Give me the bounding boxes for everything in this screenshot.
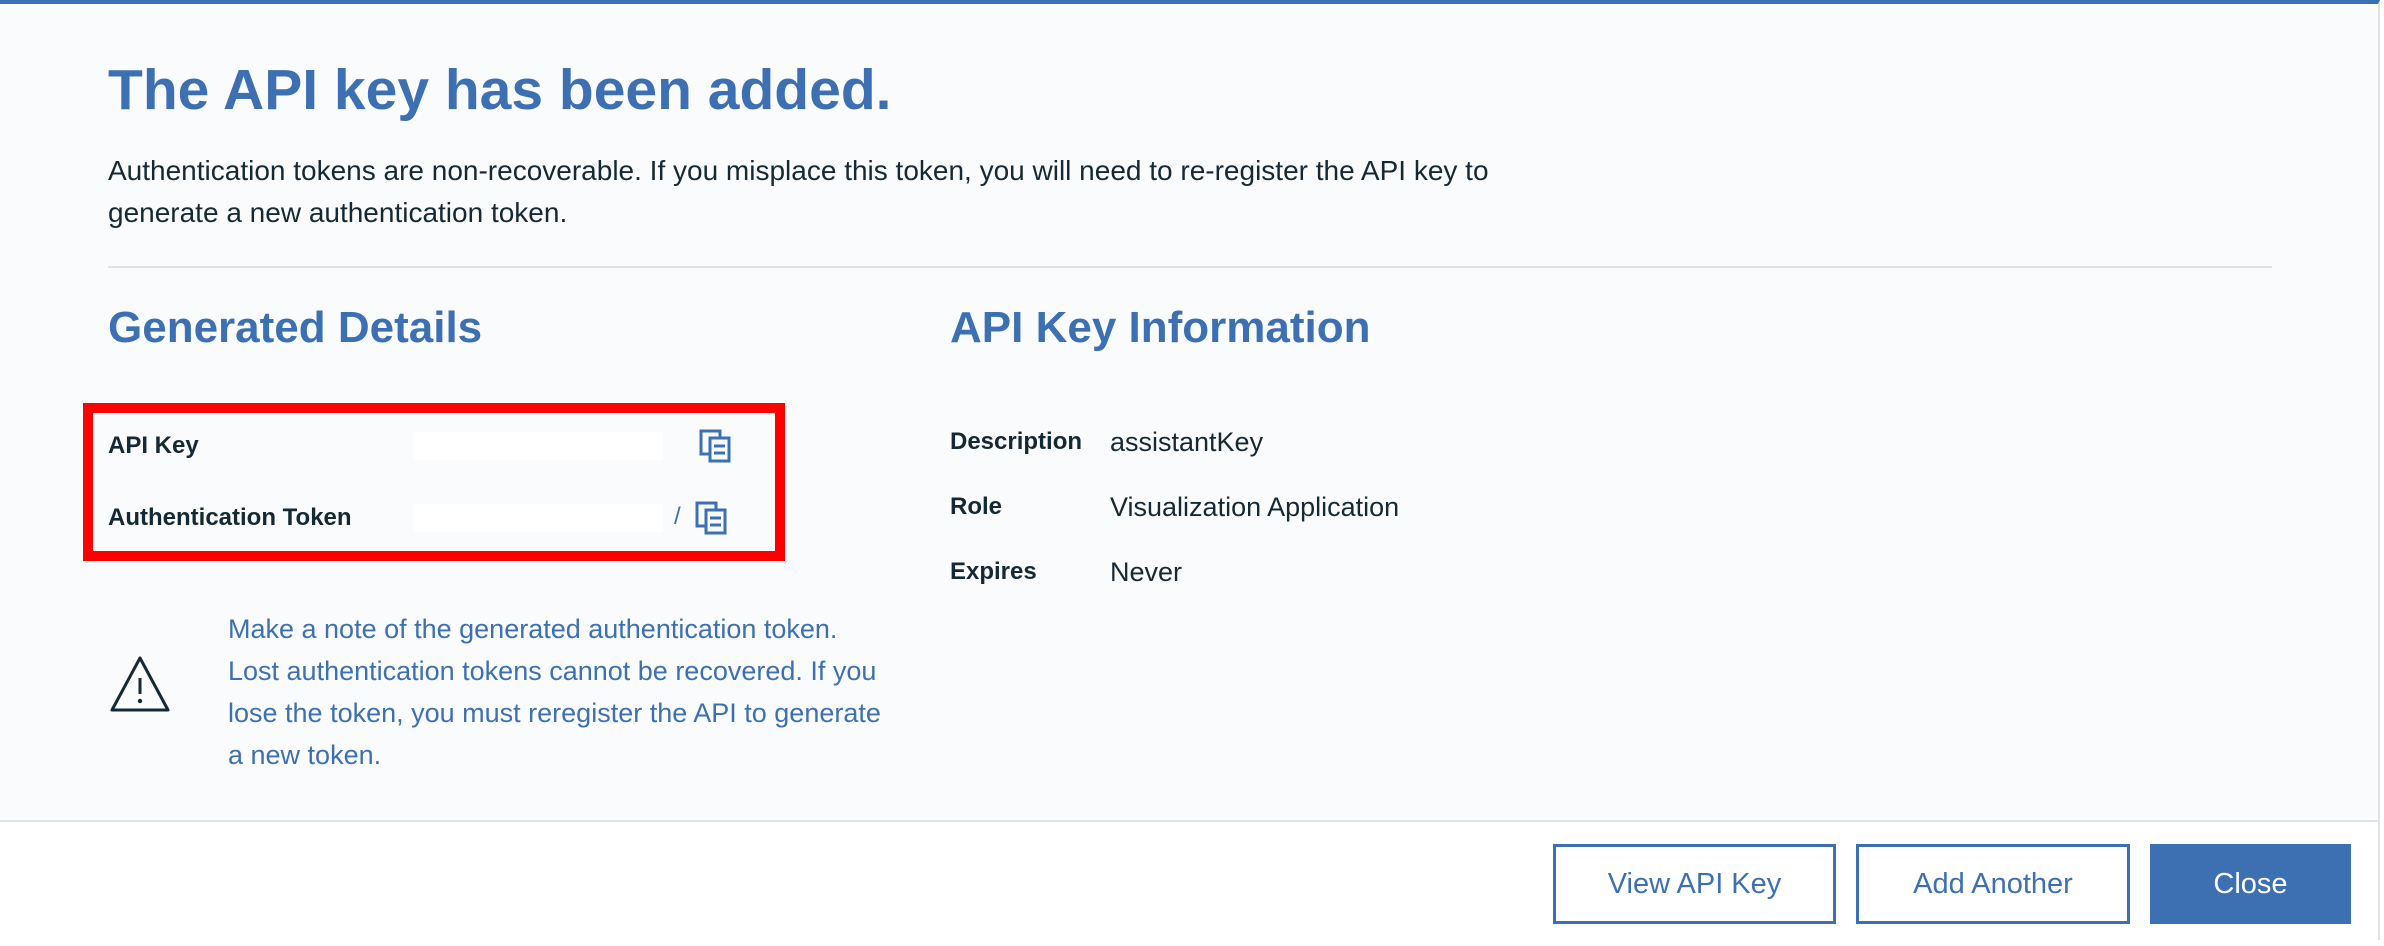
info-value: Never [1110, 556, 1183, 587]
dialog-footer: View API Key Add Another Close [0, 820, 2378, 944]
close-button[interactable]: Close [2150, 844, 2351, 924]
dialog-title: The API key has been added. [108, 58, 892, 122]
api-key-row: API Key [108, 426, 731, 466]
copy-icon[interactable] [694, 500, 730, 536]
api-key-information-title: API Key Information [950, 303, 1371, 352]
authentication-token-value-tail: / [674, 503, 681, 530]
api-key-label: API Key [108, 432, 199, 459]
info-row-expires: Expires Never [950, 552, 1182, 592]
info-label: Role [950, 493, 1003, 520]
info-row-description: Description assistantKey [950, 422, 1263, 462]
info-row-role: Role Visualization Application [950, 487, 1399, 527]
generated-details-title: Generated Details [108, 303, 483, 352]
authentication-token-label: Authentication Token [108, 504, 352, 531]
token-warning-text: Make a note of the generated authenticat… [228, 614, 881, 770]
view-api-key-button[interactable]: View API Key [1553, 844, 1836, 924]
add-another-button[interactable]: Add Another [1856, 844, 2130, 924]
info-value: assistantKey [1110, 426, 1264, 457]
info-label: Description [950, 428, 1083, 455]
dialog-intro-text: Authentication tokens are non-recoverabl… [108, 155, 1489, 228]
info-label: Expires [950, 558, 1037, 585]
authentication-token-value-masked [413, 504, 663, 532]
info-value: Visualization Application [1110, 491, 1400, 522]
copy-icon[interactable] [698, 428, 734, 464]
section-divider [108, 266, 2272, 268]
warning-triangle-icon [108, 654, 172, 714]
api-key-added-dialog: The API key has been added. Authenticati… [0, 0, 2380, 944]
api-key-value-masked [413, 432, 663, 460]
authentication-token-row: Authentication Token / [108, 498, 727, 538]
